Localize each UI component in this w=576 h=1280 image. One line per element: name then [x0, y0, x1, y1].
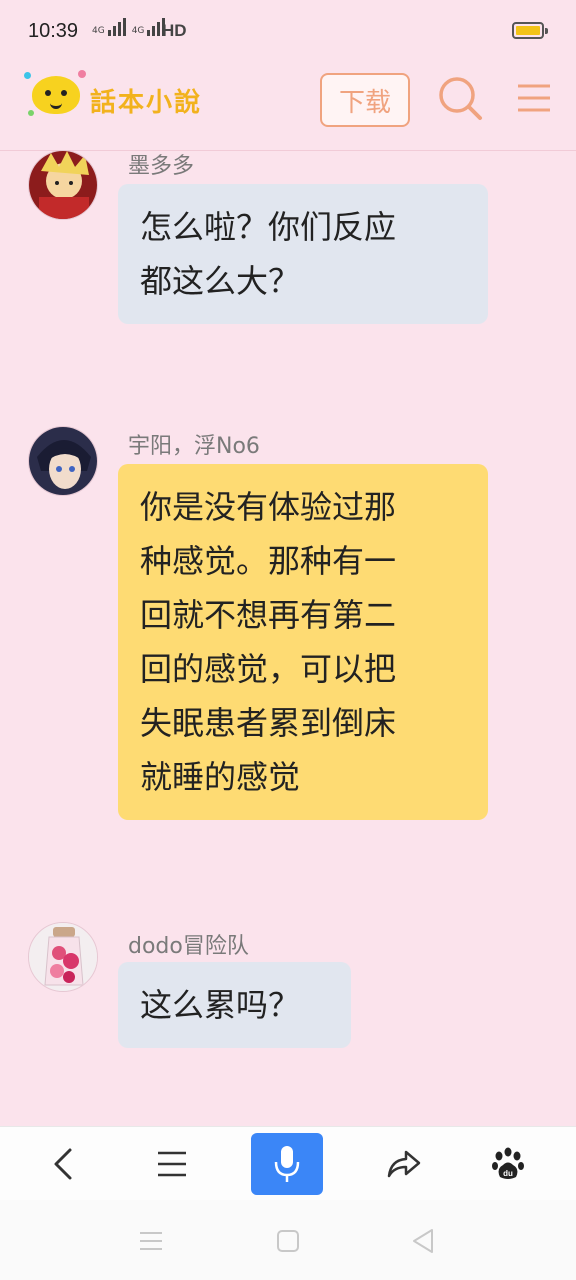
message-line: 种感觉。那种有一: [140, 542, 397, 580]
system-nav-bar: [0, 1200, 576, 1280]
microphone-icon[interactable]: [251, 1133, 323, 1195]
message-line: 这么累吗？: [140, 986, 301, 1024]
message-line: 你是没有体验过那: [140, 488, 397, 526]
avatar[interactable]: [28, 426, 98, 496]
message-line: 失眠患者累到倒床: [140, 704, 397, 742]
hd-indicator: HD: [162, 21, 187, 40]
search-icon[interactable]: [436, 74, 484, 122]
signal-strength-icon: 4G: [92, 18, 126, 36]
message-line: 怎么啦？你们反应: [140, 208, 397, 246]
avatar[interactable]: [28, 150, 98, 220]
browser-toolbar: du: [0, 1126, 576, 1201]
download-button[interactable]: 下载: [320, 73, 410, 127]
status-bar: 10:39 4G 4G HD: [0, 0, 576, 56]
message-bubble[interactable]: 你是没有体验过那 种感觉。那种有一 回就不想再有第二 回的感觉，可以把 失眠患者…: [118, 464, 488, 820]
network-label-1: 4G: [92, 26, 105, 36]
message-line: 回的感觉，可以把: [140, 650, 397, 688]
svg-text:du: du: [503, 1169, 513, 1178]
avatar[interactable]: [28, 922, 98, 992]
menu-icon[interactable]: [514, 78, 554, 118]
message-line: 都这么大？: [140, 262, 301, 300]
sender-name: 墨多多: [128, 154, 195, 179]
recent-apps-icon[interactable]: [134, 1224, 168, 1258]
network-label-2: 4G: [131, 26, 145, 36]
menu-lines-icon[interactable]: [136, 1133, 208, 1195]
message-bubble[interactable]: 怎么啦？你们反应 都这么大？: [118, 184, 488, 324]
share-icon[interactable]: [368, 1133, 440, 1195]
app-header: 話本小說 下载: [0, 56, 576, 151]
signal-indicators: 4G 4G: [92, 18, 169, 36]
message-line: 就睡的感觉: [140, 758, 301, 796]
signal-strength-icon-2: 4G: [132, 18, 166, 36]
logo-text: 話本小說: [90, 88, 203, 118]
status-time: 10:39: [28, 20, 79, 42]
back-triangle-icon[interactable]: [406, 1224, 440, 1258]
logo-face-icon: [32, 76, 80, 114]
sender-name: 宇阳，浮No6: [128, 434, 260, 459]
sender-name: dodo冒险队: [128, 934, 249, 959]
back-icon[interactable]: [28, 1133, 100, 1195]
app-logo[interactable]: 話本小說: [24, 70, 224, 130]
battery-icon: [512, 22, 548, 39]
message-line: 回就不想再有第二: [140, 596, 397, 634]
home-icon[interactable]: [271, 1224, 305, 1258]
message-bubble[interactable]: 这么累吗？: [118, 962, 351, 1048]
baidu-paw-icon[interactable]: du: [472, 1133, 544, 1195]
